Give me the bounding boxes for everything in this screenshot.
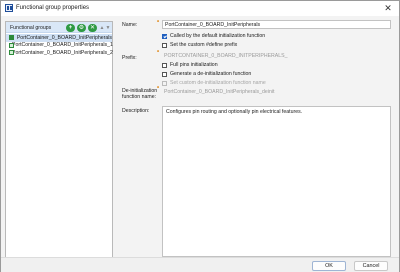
cancel-button[interactable]: Cancel — [354, 260, 388, 271]
title-bar: Functional group properties ✕ — [1, 1, 399, 16]
checkbox-box — [162, 80, 167, 86]
checkbox-label: Full pins initialization — [170, 62, 218, 68]
checkbox-label: Set the custom #define prefix — [170, 42, 238, 48]
description-label: Description: — [122, 108, 150, 114]
full-pins-init-checkbox[interactable]: Full pins initialization — [162, 62, 218, 68]
prefix-label: Prefix: — [122, 55, 137, 61]
list-item-label: PortContainer_0_BOARD_InitPeripherals_1 — [12, 42, 113, 49]
list-item-label: PortContainer_0_BOARD_InitPeripherals_2 — [12, 49, 113, 56]
window-title: Functional group properties — [16, 5, 90, 11]
prefix-field: PORTCONTAINER_0_BOARD_INITPERIPHERALS_ — [162, 51, 391, 60]
move-down-button[interactable]: ▼ — [105, 24, 111, 32]
list-item[interactable]: PortContainer_0_BOARD_InitPeripherals — [6, 34, 112, 42]
name-label: Name: — [122, 22, 138, 28]
flag-icon — [9, 35, 14, 41]
generate-deinit-checkbox[interactable]: Generate a de-initialization function — [162, 71, 251, 77]
checkbox-label: Called by the default initialization fun… — [170, 33, 266, 39]
custom-deinit-name-checkbox: Set custom de-initialization function na… — [162, 80, 266, 86]
functional-groups-header: Functional groups + ⚙ ✕ ▲ ▼ — [6, 22, 112, 33]
checkbox-box — [162, 42, 167, 48]
functional-groups-title: Functional groups — [10, 25, 52, 31]
group-settings-button[interactable]: ⚙ — [77, 23, 86, 32]
checkbox-label: Generate a de-initialization function — [170, 71, 252, 77]
functional-groups-panel: Functional groups + ⚙ ✕ ▲ ▼ PortContaine… — [5, 21, 113, 258]
list-item-label: PortContainer_0_BOARD_InitPeripherals — [16, 34, 112, 41]
checkbox-box — [162, 62, 167, 68]
deinit-name-label-line2: function name: — [122, 94, 157, 100]
checkbox-box — [162, 33, 167, 39]
checkbox-box — [162, 71, 167, 77]
add-group-button[interactable]: + — [66, 23, 75, 32]
dialog-window: Functional group properties ✕ Functional… — [0, 0, 400, 272]
remove-group-button[interactable]: ✕ — [88, 23, 97, 32]
description-textarea[interactable]: Configures pin routing and optionally pi… — [162, 106, 391, 257]
close-window-button[interactable]: ✕ — [383, 3, 393, 13]
functional-groups-list: PortContainer_0_BOARD_InitPeripherals Po… — [6, 34, 113, 57]
deinit-name-field: PortContainer_0_BOARD_InitPeripherals_de… — [162, 87, 391, 96]
dialog-body: Functional groups + ⚙ ✕ ▲ ▼ PortContaine… — [1, 16, 399, 258]
ok-button[interactable]: OK — [312, 260, 346, 271]
name-field[interactable]: PortContainer_0_BOARD_InitPeripherals — [162, 20, 391, 29]
dialog-button-bar: OK Cancel — [1, 257, 399, 272]
checkbox-label: Set custom de-initialization function na… — [170, 80, 266, 86]
called-by-default-checkbox[interactable]: Called by the default initialization fun… — [162, 33, 265, 39]
required-marker: • — [157, 19, 160, 25]
custom-define-prefix-checkbox[interactable]: Set the custom #define prefix — [162, 42, 237, 48]
list-item[interactable]: PortContainer_0_BOARD_InitPeripherals_2 — [6, 49, 113, 57]
app-icon — [5, 4, 13, 12]
list-item[interactable]: PortContainer_0_BOARD_InitPeripherals_1 — [6, 42, 113, 50]
required-marker: • — [157, 85, 160, 91]
required-marker: • — [157, 49, 160, 55]
